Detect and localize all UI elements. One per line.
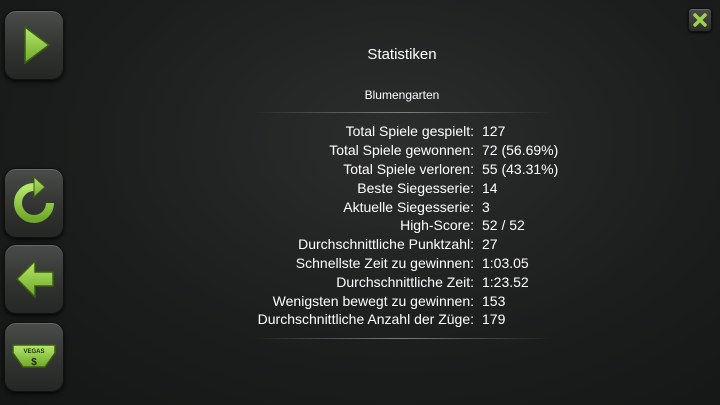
stat-row: Total Spiele verloren: 55 (43.31%) bbox=[180, 160, 620, 179]
stat-label: Schnellste Zeit zu gewinnen: bbox=[295, 254, 474, 271]
stat-label: Durchschnittliche Anzahl der Züge: bbox=[257, 311, 474, 328]
back-arrow-icon bbox=[15, 259, 54, 299]
stat-label: Total Spiele gespielt: bbox=[345, 123, 474, 140]
play-icon bbox=[24, 25, 51, 65]
stat-row: Schnellste Zeit zu gewinnen: 1:03.05 bbox=[180, 254, 620, 273]
play-button[interactable] bbox=[4, 10, 64, 80]
replay-button[interactable] bbox=[4, 168, 64, 238]
stats-table: Total Spiele gespielt: 127 Total Spiele g… bbox=[180, 122, 620, 329]
stat-row: Total Spiele gespielt: 127 bbox=[180, 122, 620, 141]
close-button[interactable] bbox=[688, 8, 712, 32]
stat-value: 1:03.05 bbox=[482, 254, 529, 271]
stat-label: Aktuelle Siegesserie: bbox=[343, 198, 474, 215]
replay-icon bbox=[14, 175, 54, 223]
stat-value: 55 (43.31%) bbox=[482, 160, 559, 177]
stat-row: Wenigsten bewegt zu gewinnen: 153 bbox=[180, 291, 620, 310]
stat-value: 1:23.52 bbox=[482, 273, 529, 290]
stat-label: Durchschnittliche Zeit: bbox=[336, 273, 474, 290]
stat-row: Durchschnittliche Punktzahl: 27 bbox=[180, 235, 620, 254]
vegas-label: VEGAS bbox=[23, 349, 44, 355]
stat-value: 3 bbox=[482, 198, 490, 215]
stat-label: Beste Siegesserie: bbox=[357, 179, 474, 196]
svg-text:$: $ bbox=[31, 357, 37, 368]
game-name: Blumengarten bbox=[364, 88, 440, 102]
stat-value: 179 bbox=[482, 311, 506, 328]
stat-label: Wenigsten bewegt zu gewinnen: bbox=[272, 292, 474, 309]
stat-row: Durchschnittliche Anzahl der Züge: 179 bbox=[180, 310, 620, 329]
stat-row: Beste Siegesserie: 14 bbox=[180, 178, 620, 197]
stat-label: Total Spiele gewonnen: bbox=[329, 142, 474, 159]
stat-label: Durchschnittliche Punktzahl: bbox=[298, 236, 474, 253]
top-divider bbox=[252, 112, 552, 113]
stat-value: 27 bbox=[482, 236, 498, 253]
stat-value: 153 bbox=[482, 292, 506, 309]
vegas-icon: VEGAS $ bbox=[12, 344, 56, 368]
stat-row: High-Score: 52 / 52 bbox=[180, 216, 620, 235]
stat-value: 52 / 52 bbox=[482, 217, 525, 234]
stat-value: 14 bbox=[482, 179, 498, 196]
bottom-divider bbox=[252, 338, 552, 339]
vegas-button[interactable]: VEGAS $ bbox=[4, 322, 64, 392]
stat-row: Durchschnittliche Zeit: 1:23.52 bbox=[180, 272, 620, 291]
stat-value: 72 (56.69%) bbox=[482, 142, 559, 159]
stat-row: Total Spiele gewonnen: 72 (56.69%) bbox=[180, 141, 620, 160]
stat-row: Aktuelle Siegesserie: 3 bbox=[180, 197, 620, 216]
close-icon bbox=[693, 13, 707, 27]
stat-label: High-Score: bbox=[400, 217, 474, 234]
stat-label: Total Spiele verloren: bbox=[343, 160, 474, 177]
stat-value: 127 bbox=[482, 123, 506, 140]
page-title: Statistiken bbox=[367, 46, 437, 63]
back-button[interactable] bbox=[4, 244, 64, 314]
